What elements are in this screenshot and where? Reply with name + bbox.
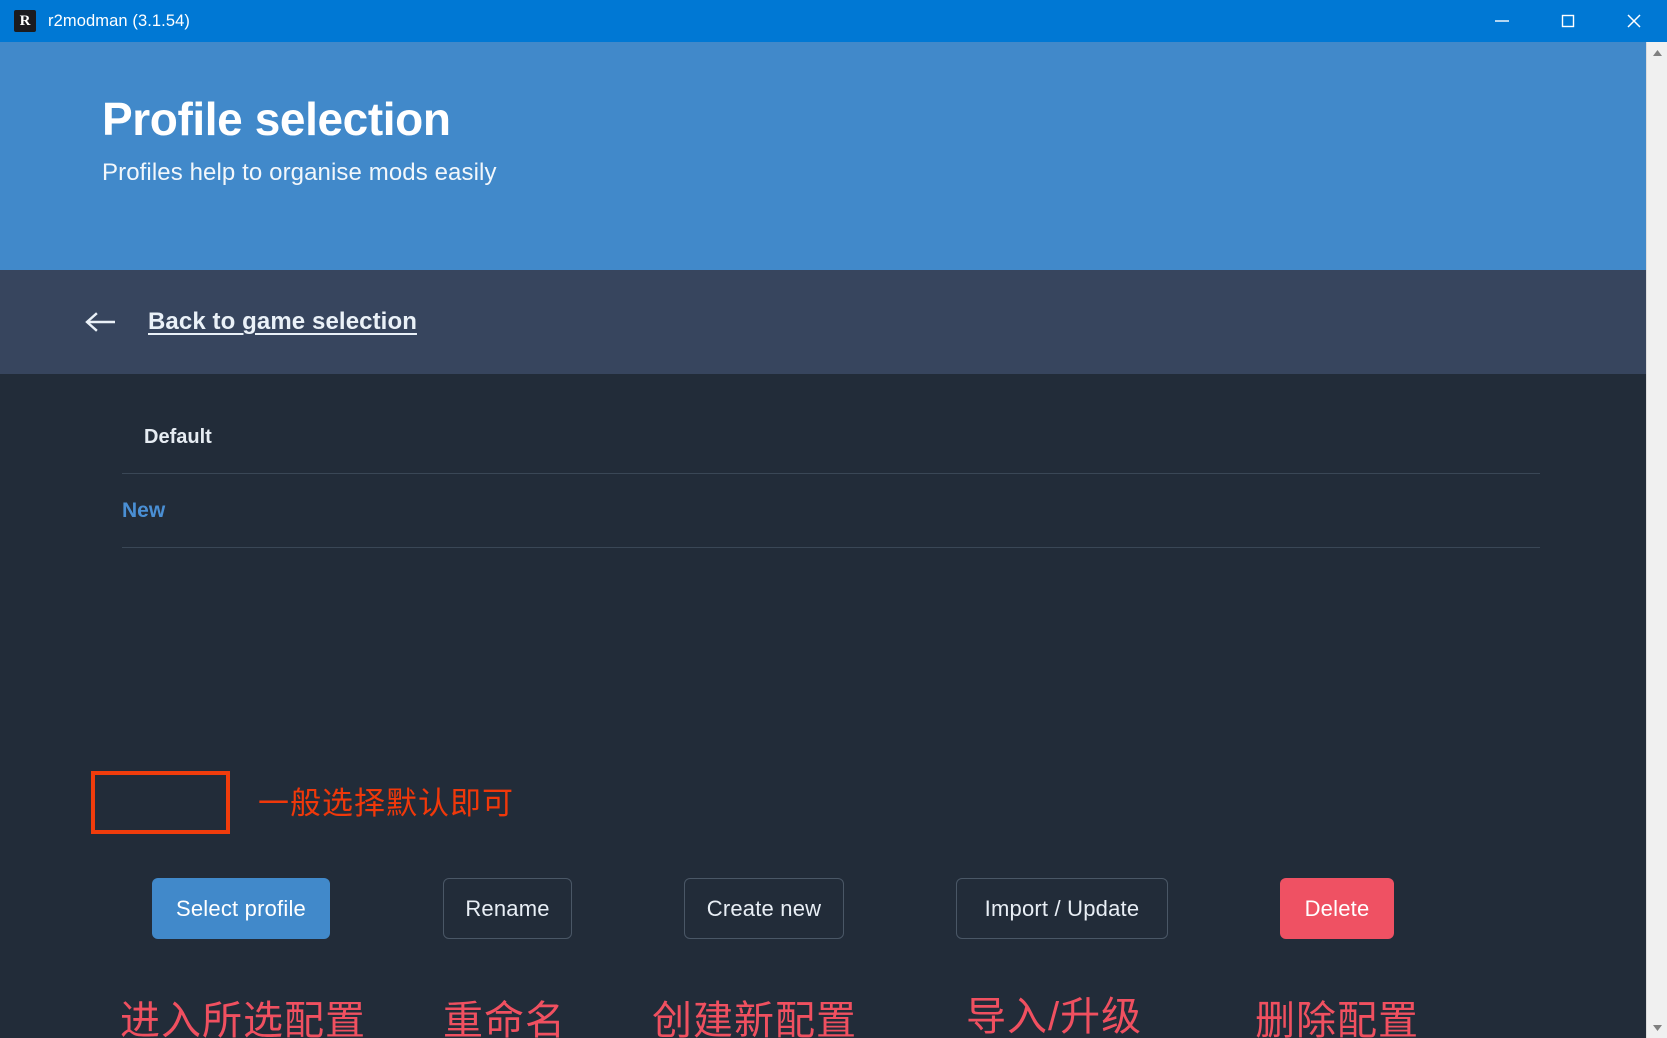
profile-list: Default New xyxy=(122,402,1540,548)
app-window: R r2modman (3.1.54) Profile selection Pr… xyxy=(0,0,1667,1038)
annotation-create-new: 创建新配置 xyxy=(652,999,857,1038)
minimize-icon xyxy=(1495,20,1509,22)
annotation-rename: 重命名 xyxy=(443,999,566,1038)
scroll-up-button[interactable] xyxy=(1647,42,1667,63)
title-bar-left: R r2modman (3.1.54) xyxy=(0,0,1469,42)
annotation-delete: 删除配置 xyxy=(1255,999,1419,1038)
scroll-up-arrow-icon xyxy=(1653,49,1662,56)
create-new-button[interactable]: Create new xyxy=(684,878,844,939)
select-profile-button[interactable]: Select profile xyxy=(152,878,330,939)
app-body: Profile selection Profiles help to organ… xyxy=(0,42,1667,1038)
profile-row-default[interactable]: Default xyxy=(122,402,1540,474)
profile-name: New xyxy=(122,498,166,522)
maximize-icon xyxy=(1561,14,1575,28)
page-subtitle: Profiles help to organise mods easily xyxy=(102,158,497,186)
title-bar: R r2modman (3.1.54) xyxy=(0,0,1667,42)
rename-button[interactable]: Rename xyxy=(443,878,572,939)
profile-row-new[interactable]: New xyxy=(122,474,1540,548)
main-panel: Default New 一般选择默认即可 Select profile Rena… xyxy=(0,374,1646,1038)
back-to-game-selection-link[interactable]: Back to game selection xyxy=(84,308,417,336)
arrow-left-icon xyxy=(84,311,118,333)
back-bar: Back to game selection xyxy=(0,270,1646,374)
hero-header: Profile selection Profiles help to organ… xyxy=(0,42,1646,270)
window-title: r2modman (3.1.54) xyxy=(48,11,191,30)
annotation-default-note: 一般选择默认即可 xyxy=(258,786,514,821)
annotation-import-update: 导入/升级 当前配置 xyxy=(966,992,1142,1038)
back-link-label: Back to game selection xyxy=(148,308,417,335)
annotation-import-update-line1: 导入/升级 xyxy=(966,995,1143,1038)
action-button-row: Select profile Rename Create new Import … xyxy=(0,878,1646,942)
minimize-button[interactable] xyxy=(1469,0,1535,42)
profile-name: Default xyxy=(144,426,212,448)
close-button[interactable] xyxy=(1601,0,1667,42)
delete-button[interactable]: Delete xyxy=(1280,878,1394,939)
annotation-select-profile: 进入所选配置 xyxy=(120,999,366,1038)
vertical-scrollbar[interactable] xyxy=(1646,42,1667,1038)
close-icon xyxy=(1627,14,1641,28)
window-controls xyxy=(1469,0,1667,42)
import-update-button[interactable]: Import / Update xyxy=(956,878,1168,939)
annotation-highlight-box xyxy=(91,771,230,834)
scroll-down-button[interactable] xyxy=(1647,1017,1667,1038)
page-title: Profile selection xyxy=(102,93,451,145)
content-area: Profile selection Profiles help to organ… xyxy=(0,42,1646,1038)
app-logo-icon: R xyxy=(14,10,36,32)
maximize-button[interactable] xyxy=(1535,0,1601,42)
scroll-down-arrow-icon xyxy=(1653,1024,1662,1031)
